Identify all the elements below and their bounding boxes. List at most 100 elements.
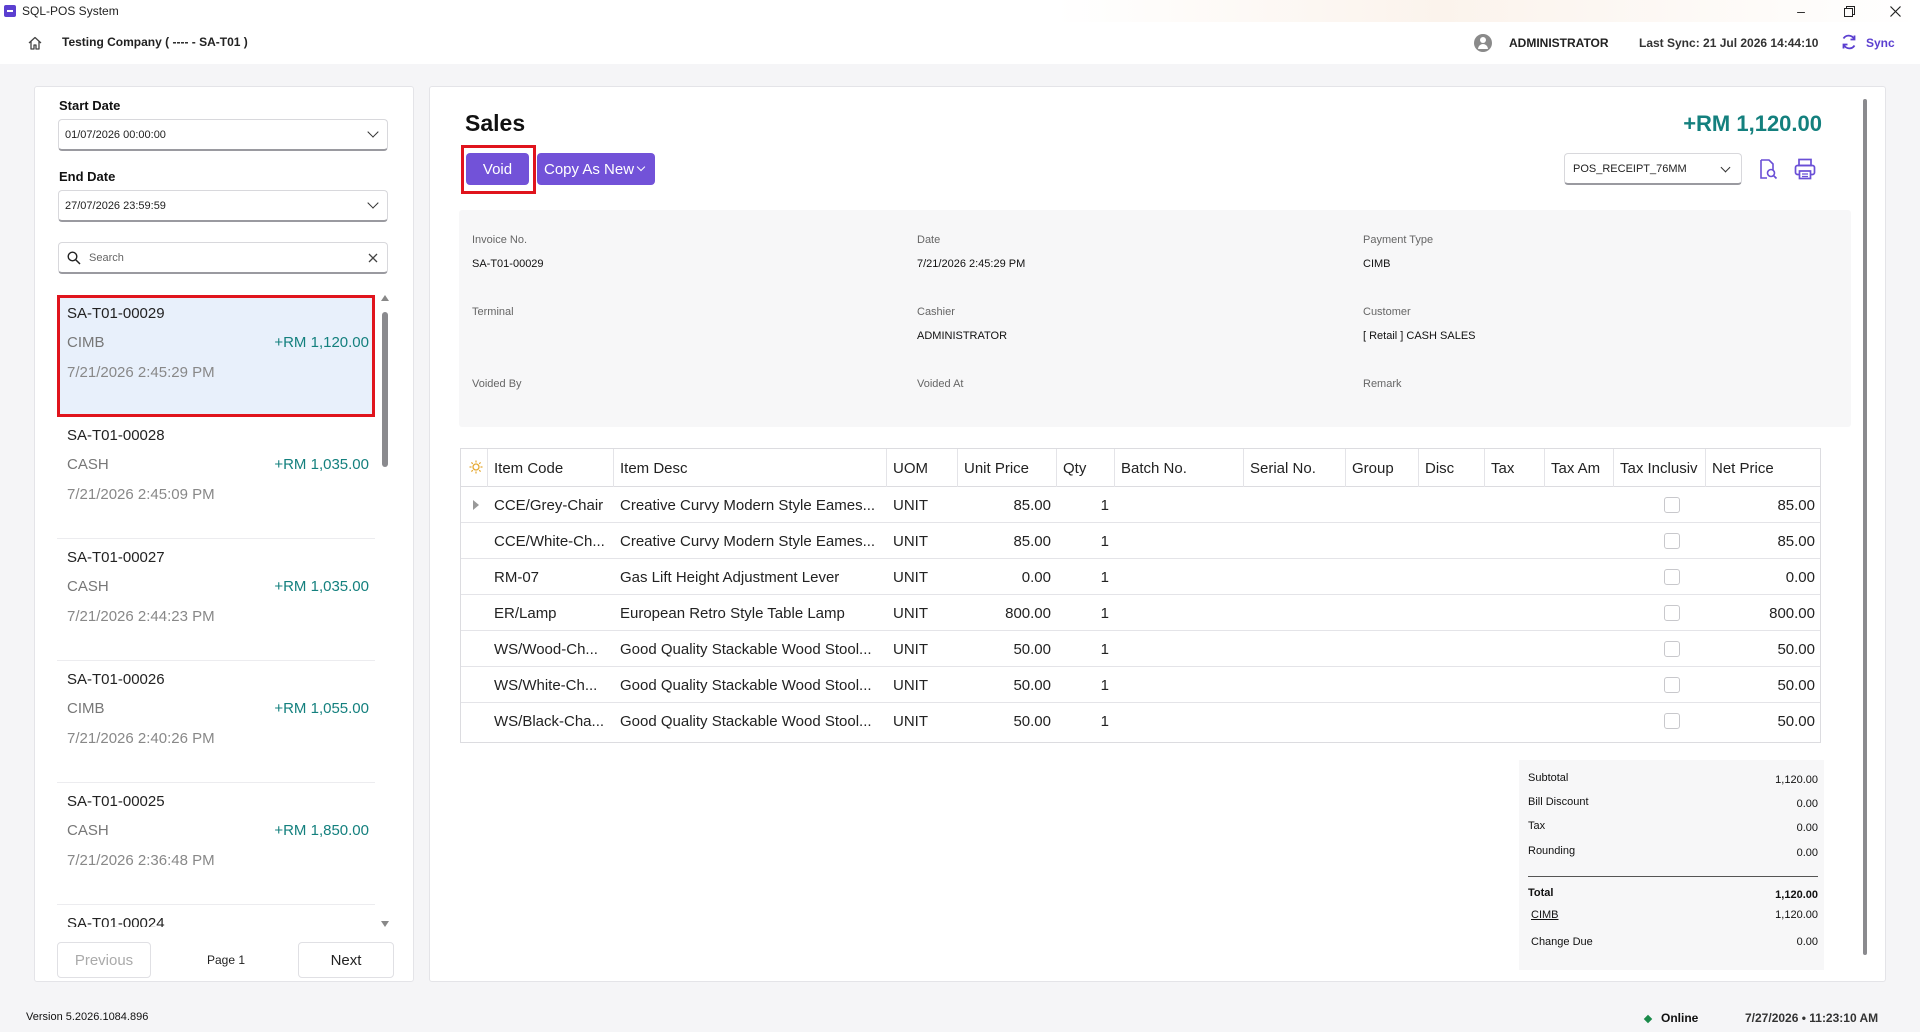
invoice-item[interactable]: SA-T01-00028 CASH +RM 1,035.00 7/21/2026… [57,417,375,539]
clear-search-icon[interactable] [366,251,380,265]
last-sync-text: Last Sync: 21 Jul 2026 14:44:10 [1639,36,1819,50]
scroll-up-icon[interactable] [381,295,389,301]
table-row[interactable]: WS/Black-Cha... Good Quality Stackable W… [461,703,1820,739]
item-unit-price: 50.00 [1013,676,1051,694]
tax-inclusive-checkbox[interactable] [1664,497,1680,513]
invoice-list-panel: Start Date 01/07/2026 00:00:00 End Date … [34,86,414,982]
next-page-button[interactable]: Next [298,942,394,978]
item-desc: Good Quality Stackable Wood Stool... [620,712,872,730]
column-header[interactable]: Item Desc [614,449,887,487]
change-due-value: 0.00 [1796,936,1818,948]
item-unit-price: 50.00 [1013,712,1051,730]
restore-button[interactable] [1826,0,1872,22]
chevron-down-icon [1720,162,1731,173]
table-row[interactable]: ER/Lamp European Retro Style Table Lamp … [461,595,1820,631]
item-unit-price: 85.00 [1013,496,1051,514]
tax-inclusive-checkbox[interactable] [1664,533,1680,549]
tax-inclusive-checkbox[interactable] [1664,677,1680,693]
invoice-item[interactable]: SA-T01-00025 CASH +RM 1,850.00 7/21/2026… [57,783,375,905]
table-row[interactable]: WS/White-Ch... Good Quality Stackable Wo… [461,667,1820,703]
column-header[interactable]: Tax [1485,449,1545,487]
previous-page-button[interactable]: Previous [57,942,151,978]
invoice-amount: +RM 1,035.00 [274,456,369,473]
void-button[interactable]: Void [466,153,529,185]
voided-at-label: Voided At [917,378,964,390]
date-value: 7/21/2026 2:45:29 PM [917,258,1026,270]
start-date-picker[interactable]: 01/07/2026 00:00:00 [58,119,388,151]
items-table[interactable]: Item Code Item Desc UOM Unit Price Qty B… [460,448,1821,743]
column-header[interactable]: Unit Price [958,449,1057,487]
payment-type-label: Payment Type [1363,234,1434,246]
tax-inclusive-checkbox[interactable] [1664,641,1680,657]
item-net-price: 50.00 [1777,640,1815,658]
invoice-number: SA-T01-00024 [67,915,165,927]
user-avatar-icon[interactable] [1474,34,1492,52]
expand-row-icon[interactable] [473,500,479,510]
invoice-date: 7/21/2026 2:36:48 PM [67,852,215,869]
minimize-button[interactable]: – [1778,0,1824,22]
tax-inclusive-checkbox[interactable] [1664,605,1680,621]
table-row[interactable]: WS/Wood-Ch... Good Quality Stackable Woo… [461,631,1820,667]
column-settings-cell[interactable] [461,449,488,487]
total-label: Total [1528,887,1554,899]
cimb-payment-link[interactable]: CIMB [1531,909,1559,921]
invoice-item-selected[interactable]: SA-T01-00029 CIMB +RM 1,120.00 7/21/2026… [57,295,375,417]
close-icon [1889,5,1901,17]
item-desc: Gas Lift Height Adjustment Lever [620,568,840,586]
home-icon[interactable] [27,35,43,51]
item-unit-price: 50.00 [1013,640,1051,658]
invoice-list-scrollbar[interactable] [381,295,389,927]
cashier-label: Cashier [917,306,955,318]
search-input[interactable]: Search [58,242,388,274]
invoice-item[interactable]: SA-T01-00026 CIMB +RM 1,055.00 7/21/2026… [57,661,375,783]
column-header[interactable]: UOM [887,449,958,487]
column-settings-icon[interactable] [469,460,483,474]
sync-icon[interactable] [1840,33,1858,51]
column-header[interactable]: Tax Am [1545,449,1614,487]
user-name[interactable]: ADMINISTRATOR [1509,36,1609,50]
column-header[interactable]: Serial No. [1244,449,1346,487]
item-code: WS/Black-Cha... [494,712,605,730]
invoice-item[interactable]: SA-T01-00024 [57,905,375,927]
column-header[interactable]: Tax Inclusiv [1614,449,1706,487]
table-row[interactable]: RM-07 Gas Lift Height Adjustment Lever U… [461,559,1820,595]
bill-discount-value: 0.00 [1796,798,1818,810]
column-header[interactable]: Disc [1419,449,1485,487]
item-uom: UNIT [893,496,928,514]
app-header: Testing Company ( ---- - SA-T01 ) ADMINI… [0,22,1920,64]
chevron-down-icon [367,126,379,138]
column-header[interactable]: Net Price [1706,449,1821,487]
column-header[interactable]: Batch No. [1115,449,1244,487]
tax-inclusive-checkbox[interactable] [1664,569,1680,585]
item-net-price: 50.00 [1777,712,1815,730]
scroll-thumb[interactable] [382,312,388,467]
column-header[interactable]: Qty [1057,449,1115,487]
receipt-format-select[interactable]: POS_RECEIPT_76MM [1564,153,1742,185]
end-date-picker[interactable]: 27/07/2026 23:59:59 [58,190,388,222]
invoice-number: SA-T01-00028 [67,427,165,444]
print-icon[interactable] [1793,157,1817,181]
sync-button[interactable]: Sync [1866,36,1895,50]
print-preview-icon[interactable] [1756,158,1778,180]
copy-as-new-button[interactable]: Copy As New [537,153,655,185]
invoice-list[interactable]: SA-T01-00029 CIMB +RM 1,120.00 7/21/2026… [57,295,375,927]
column-header[interactable]: Item Code [488,449,614,487]
item-net-price: 85.00 [1777,532,1815,550]
table-row[interactable]: CCE/Grey-Chair Creative Curvy Modern Sty… [461,487,1820,523]
scroll-down-icon[interactable] [381,921,389,927]
table-row[interactable]: CCE/White-Ch... Creative Curvy Modern St… [461,523,1820,559]
item-unit-price: 85.00 [1013,532,1051,550]
close-window-button[interactable] [1872,0,1918,22]
detail-scrollbar[interactable] [1863,99,1867,955]
table-header: Item Code Item Desc UOM Unit Price Qty B… [461,449,1820,487]
tax-inclusive-checkbox[interactable] [1664,713,1680,729]
restore-icon [1843,5,1855,17]
invoice-date: 7/21/2026 2:45:29 PM [67,364,215,381]
page-title: Sales [465,110,526,136]
invoice-item[interactable]: SA-T01-00027 CASH +RM 1,035.00 7/21/2026… [57,539,375,661]
column-header[interactable]: Group [1346,449,1419,487]
item-desc: Creative Curvy Modern Style Eames... [620,496,876,514]
title-bar: SQL-POS System [0,0,1920,22]
subtotal-label: Subtotal [1528,772,1569,784]
item-desc: Good Quality Stackable Wood Stool... [620,676,872,694]
